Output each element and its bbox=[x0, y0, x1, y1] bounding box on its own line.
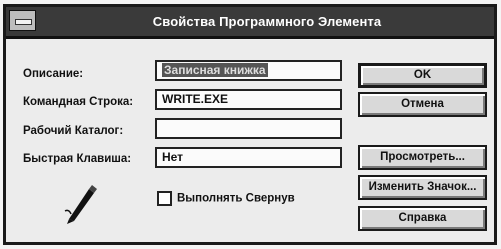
window-title: Свойства Программного Элемента bbox=[152, 14, 382, 29]
system-menu-icon bbox=[15, 19, 32, 25]
program-properties-dialog: Свойства Программного Элемента Описание:… bbox=[3, 4, 497, 245]
description-label: Описание: bbox=[23, 68, 84, 80]
pen-icon bbox=[64, 185, 97, 224]
system-menu-button[interactable] bbox=[9, 10, 36, 31]
command-line-field[interactable]: WRITE.EXE bbox=[155, 89, 342, 110]
command-line-value: WRITE.EXE bbox=[162, 92, 229, 106]
shortcut-key-label: Быстрая Клавиша: bbox=[23, 153, 132, 165]
working-directory-label: Рабочий Каталог: bbox=[23, 125, 124, 137]
title-bar[interactable]: Свойства Программного Элемента bbox=[6, 7, 494, 39]
command-line-label: Командная Строка: bbox=[23, 96, 134, 108]
ok-button[interactable]: OK bbox=[358, 63, 487, 88]
help-button[interactable]: Справка bbox=[358, 206, 487, 231]
shortcut-key-value: Нет bbox=[162, 150, 184, 164]
run-minimized-checkbox-box[interactable] bbox=[157, 191, 172, 206]
description-value: Записная книжка bbox=[162, 63, 268, 77]
run-minimized-checkbox[interactable]: Выполнять Свернув bbox=[157, 191, 295, 207]
working-directory-field[interactable] bbox=[155, 118, 342, 139]
run-minimized-label: Выполнять Свернув bbox=[177, 192, 295, 205]
change-icon-button[interactable]: Изменить Значок... bbox=[358, 175, 487, 200]
browse-button[interactable]: Просмотреть... bbox=[358, 145, 487, 170]
cancel-button[interactable]: Отмена bbox=[358, 92, 487, 117]
description-field[interactable]: Записная книжка bbox=[155, 60, 342, 81]
shortcut-key-field[interactable]: Нет bbox=[155, 147, 342, 168]
